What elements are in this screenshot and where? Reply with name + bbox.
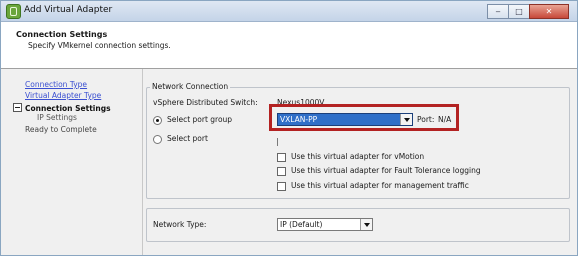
window-controls: ‒ □ ✕ (487, 4, 569, 19)
network-type-select[interactable]: IP (Default) (277, 218, 373, 231)
page-subtitle: Specify VMkernel connection settings. (28, 41, 171, 50)
maximize-button[interactable]: □ (508, 4, 530, 19)
fault-tolerance-label: Use this virtual adapter for Fault Toler… (291, 166, 481, 175)
window-title: Add Virtual Adapter (24, 5, 113, 15)
step-connection-type[interactable]: Connection Type (25, 80, 87, 89)
network-type-label: Network Type: (153, 220, 207, 229)
distributed-switch-label: vSphere Distributed Switch: (153, 98, 258, 107)
network-type-value: IP (Default) (280, 220, 323, 229)
page-title: Connection Settings (16, 30, 108, 39)
step-ready-to-complete: Ready to Complete (25, 125, 97, 134)
vmotion-checkbox[interactable] (277, 153, 286, 162)
port-group-label: Select port group (167, 115, 233, 124)
step-ip-settings: IP Settings (37, 113, 77, 122)
select-port-radio[interactable] (153, 135, 162, 144)
close-button[interactable]: ✕ (529, 4, 569, 19)
network-connection-legend: Network Connection (150, 82, 231, 91)
step-connection-settings[interactable]: Connection Settings (13, 102, 111, 113)
wizard-steps: Connection Type Virtual Adapter Type Con… (7, 75, 142, 249)
port-group-radio[interactable] (153, 116, 162, 125)
collapse-icon[interactable] (13, 103, 22, 112)
step-connection-settings-label: Connection Settings (25, 104, 111, 113)
vsphere-app-icon (6, 4, 21, 19)
title-bar: Add Virtual Adapter ‒ □ ✕ (1, 1, 577, 22)
management-traffic-checkbox[interactable] (277, 182, 286, 191)
network-type-dropdown-icon[interactable] (360, 219, 372, 230)
page-header: Connection Settings Specify VMkernel con… (1, 22, 577, 69)
minimize-button[interactable]: ‒ (487, 4, 509, 19)
port-input-disabled (277, 138, 278, 146)
port-group-highlight (269, 104, 459, 131)
panel-divider (142, 69, 143, 255)
add-virtual-adapter-window: Add Virtual Adapter ‒ □ ✕ Connection Set… (0, 0, 578, 256)
vmotion-label: Use this virtual adapter for vMotion (291, 152, 425, 161)
step-virtual-adapter-type[interactable]: Virtual Adapter Type (25, 91, 101, 100)
select-port-label: Select port (167, 134, 208, 143)
fault-tolerance-checkbox[interactable] (277, 167, 286, 176)
management-traffic-label: Use this virtual adapter for management … (291, 181, 469, 190)
